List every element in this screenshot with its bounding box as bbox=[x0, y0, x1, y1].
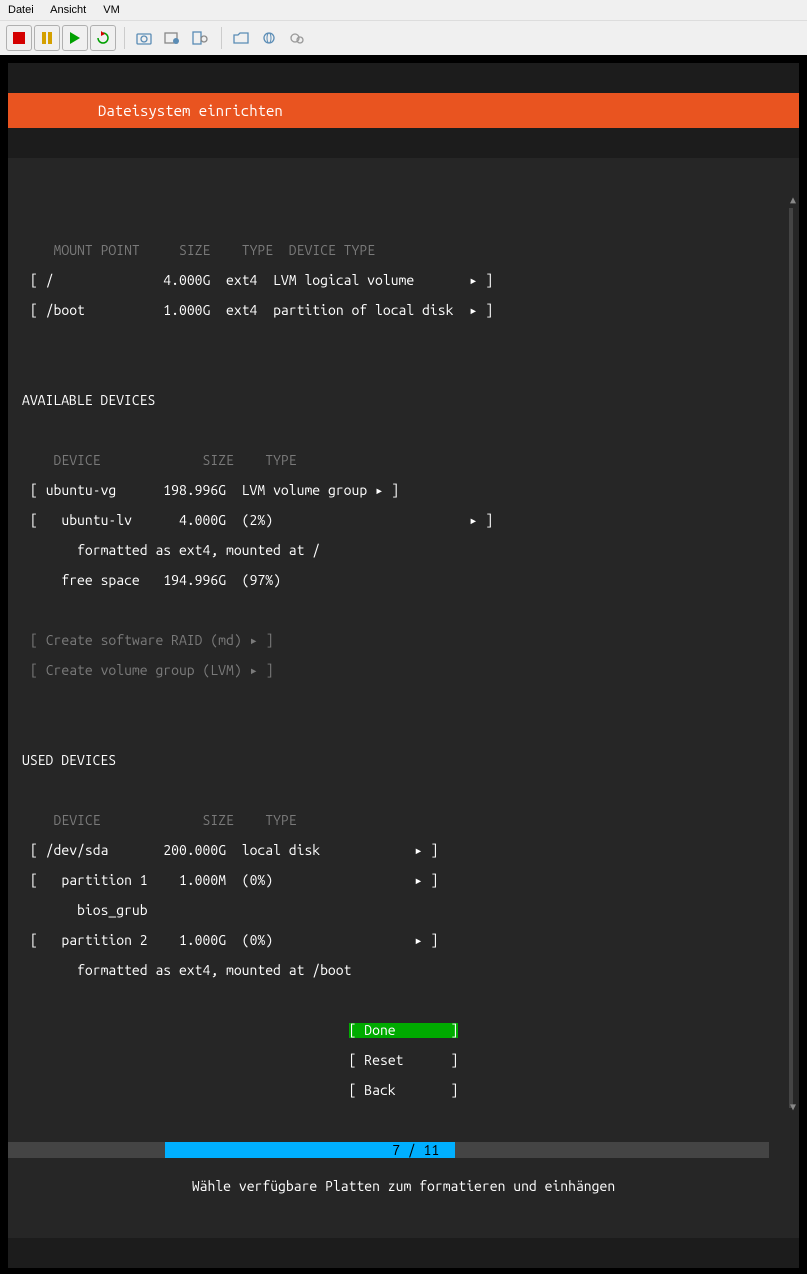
available-title: AVAILABLE DEVICES bbox=[8, 393, 799, 408]
avail-row: free space 194.996G (97%) bbox=[8, 573, 799, 588]
avail-header: DEVICE SIZE TYPE bbox=[8, 453, 799, 468]
installer-title: Dateisystem einrichten bbox=[98, 102, 283, 119]
expand-arrow-icon: ▸ bbox=[375, 482, 383, 498]
reset-button[interactable]: [ Reset ] bbox=[349, 1052, 459, 1068]
menu-vm[interactable]: VM bbox=[103, 4, 120, 16]
menu-file[interactable]: Datei bbox=[8, 4, 34, 16]
expand-arrow-icon: ▸ bbox=[414, 842, 422, 858]
fs-row[interactable]: [ / 4.000G ext4 LVM logical volume ▸ ] bbox=[8, 273, 799, 288]
host-menubar: Datei Ansicht VM bbox=[0, 0, 807, 21]
play-button[interactable] bbox=[62, 25, 88, 51]
expand-arrow-icon: ▸ bbox=[414, 932, 422, 948]
used-row[interactable]: [ partition 1 1.000M (0%) ▸ ] bbox=[8, 873, 799, 888]
stop-button[interactable] bbox=[6, 25, 32, 51]
used-row[interactable]: [ partition 2 1.000G (0%) ▸ ] bbox=[8, 933, 799, 948]
expand-arrow-icon: ▸ bbox=[414, 872, 422, 888]
create-raid-action[interactable]: [ Create software RAID (md) ▸ ] bbox=[8, 633, 799, 648]
avail-row[interactable]: [ ubuntu-vg 198.996G LVM volume group ▸ … bbox=[8, 483, 799, 498]
used-header: DEVICE SIZE TYPE bbox=[8, 813, 799, 828]
host-toolbar bbox=[0, 21, 807, 55]
scrollbar-track[interactable] bbox=[789, 208, 793, 1108]
expand-arrow-icon: ▸ bbox=[469, 512, 477, 528]
scroll-down-arrow: ▼ bbox=[790, 1099, 796, 1114]
pause-button[interactable] bbox=[34, 25, 60, 51]
devices-button[interactable] bbox=[187, 25, 213, 51]
used-title: USED DEVICES bbox=[8, 753, 799, 768]
used-note: formatted as ext4, mounted at /boot bbox=[8, 963, 799, 978]
scroll-up-arrow: ▲ bbox=[790, 192, 796, 207]
screenshot-button[interactable] bbox=[159, 25, 185, 51]
terminal: Dateisystem einrichten ▲ ▼ MOUNT POINT S… bbox=[8, 63, 799, 1268]
expand-arrow-icon: ▸ bbox=[250, 662, 258, 678]
snapshot-button[interactable] bbox=[131, 25, 157, 51]
vm-console-frame: Dateisystem einrichten ▲ ▼ MOUNT POINT S… bbox=[0, 55, 807, 1274]
installer-header: Dateisystem einrichten bbox=[8, 93, 799, 128]
footer-hint: Wähle verfügbare Platten zum formatieren… bbox=[8, 1173, 799, 1208]
menu-view[interactable]: Ansicht bbox=[50, 4, 86, 16]
expand-arrow-icon: ▸ bbox=[469, 302, 477, 318]
toolbar-sep2 bbox=[221, 27, 222, 49]
folder-button[interactable] bbox=[228, 25, 254, 51]
used-row[interactable]: [ /dev/sda 200.000G local disk ▸ ] bbox=[8, 843, 799, 858]
fs-header: MOUNT POINT SIZE TYPE DEVICE TYPE bbox=[8, 243, 799, 258]
fs-row[interactable]: [ /boot 1.000G ext4 partition of local d… bbox=[8, 303, 799, 318]
settings-button[interactable] bbox=[284, 25, 310, 51]
expand-arrow-icon: ▸ bbox=[469, 272, 477, 288]
avail-note: formatted as ext4, mounted at / bbox=[8, 543, 799, 558]
toolbar-sep bbox=[124, 27, 125, 49]
back-button[interactable]: [ Back ] bbox=[349, 1082, 459, 1098]
installer-body: ▲ ▼ MOUNT POINT SIZE TYPE DEVICE TYPE [ … bbox=[8, 158, 799, 1238]
expand-arrow-icon: ▸ bbox=[250, 632, 258, 648]
create-lvm-action[interactable]: [ Create volume group (LVM) ▸ ] bbox=[8, 663, 799, 678]
refresh-button[interactable] bbox=[90, 25, 116, 51]
done-button[interactable]: [ Done ] bbox=[349, 1023, 459, 1038]
used-note: bios_grub bbox=[8, 903, 799, 918]
progress-bar: 7 / 11 bbox=[8, 1143, 799, 1158]
network-button[interactable] bbox=[256, 25, 282, 51]
avail-row[interactable]: [ ubuntu-lv 4.000G (2%) ▸ ] bbox=[8, 513, 799, 528]
